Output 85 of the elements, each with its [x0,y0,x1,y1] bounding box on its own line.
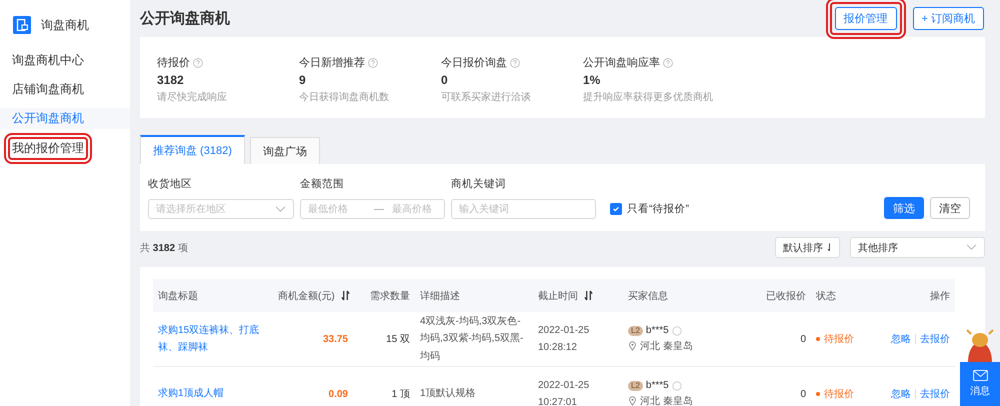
min-price-field[interactable]: 最低价格 [308,204,366,214]
field-label: 商机关键词 [451,177,507,191]
sort-icon[interactable] [340,290,350,301]
chat-bubble-icon[interactable] [672,326,682,336]
amount-cell: 0.09 [328,388,348,400]
column-header: 详细描述 [420,290,460,302]
document-icon [13,16,31,34]
field-label: 收货地区 [148,177,193,191]
quote-count: 0 [800,388,806,400]
quantity-cell: 15 双 [386,334,410,345]
column-header: 买家信息 [628,290,668,302]
stat-label: 今日报价询盘 [441,56,507,70]
quantity-cell: 1 顶 [392,389,410,400]
description-cell-text: 1顶默认规格 [420,386,477,402]
column-header: 询盘标题 [158,290,198,302]
chevron-down-icon [966,244,977,251]
check-icon [612,205,620,213]
sort-icon[interactable] [584,290,593,301]
buyer-location: 河北 秦皇岛 [640,340,693,353]
result-count: 共 3182 项 [140,242,188,254]
stat-value: 9 [299,73,307,87]
quote-link[interactable]: 去报价 [920,387,950,401]
arrow-down-icon [827,243,832,252]
buyer-location: 河北 秦皇岛 [640,394,693,406]
header-button[interactable]: + 订阅商机 [912,7,984,30]
keyword-field[interactable]: 输入关键词 [451,199,596,219]
description-cell-text: 4双浅灰-均码,3双灰色-均码,3双紫-均码,5双黑-均码 [420,314,524,364]
level-badge: L2 [628,326,643,336]
sidebar-title: 询盘商机 [41,16,89,34]
tab[interactable]: 询盘广场 [250,137,320,164]
level-badge: L2 [628,380,643,390]
tab[interactable]: 推荐询盘 (3182) [140,135,245,164]
column-header: 状态 [816,290,836,302]
ignore-link[interactable]: 忽略 [891,387,911,401]
chevron-down-icon [275,206,286,212]
stat-label: 公开询盘响应率 [583,56,660,70]
stat-value: 0 [441,73,449,87]
chat-bubble-icon[interactable] [672,380,682,390]
field-label: 金额范围 [300,177,345,191]
stat-hint: 提升响应率获得更多优质商机 [583,90,714,104]
buyer-name: b***5 [646,325,669,336]
column-header: 操作 [930,290,950,302]
column-header: 截止时间 [538,290,578,302]
status-label: 待报价 [824,388,854,401]
quote-count: 0 [800,334,806,344]
column-header: 商机金额(元) [278,290,335,302]
inquiry-title-link[interactable]: 求购1顶成人帽 [158,385,268,403]
amount-cell: 33.75 [322,334,348,344]
sidebar-item[interactable]: 店铺询盘商机 [0,79,130,100]
ignore-link[interactable]: 忽略 [891,332,911,346]
help-icon[interactable] [510,58,520,68]
location-pin-icon [628,341,637,351]
filter-button[interactable]: 筛选 [884,197,924,219]
help-icon[interactable] [368,58,378,68]
checkbox[interactable] [610,203,622,215]
mail-icon [972,370,988,381]
column-header: 需求数量 [370,290,410,302]
sort-button[interactable]: 默认排序 [775,237,840,258]
quote-link[interactable]: 去报价 [920,332,950,346]
sidebar-item[interactable]: 公开询盘商机 [0,108,130,129]
help-icon[interactable] [663,58,673,68]
checkbox-label: 只看“待报价” [627,202,689,216]
inquiry-title-link[interactable]: 求购15双连裤袜、打底袜、踩脚袜 [158,322,268,356]
deadline-cell-text: 2022-01-25 10:27:01 [538,378,590,406]
stat-label: 待报价 [157,56,190,70]
column-header: 已收报价 [766,290,806,302]
sidebar-item[interactable]: 询盘商机中心 [0,50,130,71]
stat-hint: 请尽快完成响应 [157,90,228,104]
stat-value: 3182 [157,73,185,87]
stat-value: 1% [583,73,602,87]
help-icon[interactable] [193,58,203,68]
stat-hint: 可联系买家进行洽谈 [441,90,532,104]
location-pin-icon [628,396,637,406]
deadline-cell-text: 2022-01-25 10:28:12 [538,324,590,355]
buyer-name: b***5 [646,380,669,391]
status-label: 待报价 [824,332,854,346]
header-button[interactable]: 报价管理 [834,7,897,30]
clear-button[interactable]: 清空 [930,197,970,219]
message-button[interactable]: 消息 [960,362,1000,406]
stat-label: 今日新增推荐 [299,56,365,70]
sidebar-item[interactable]: 我的报价管理 [12,140,84,157]
page-title: 公开询盘商机 [140,9,230,28]
stat-hint: 今日获得询盘商机数 [299,90,390,104]
range-separator: — [374,204,384,214]
sort-select[interactable]: 其他排序 [850,237,985,258]
